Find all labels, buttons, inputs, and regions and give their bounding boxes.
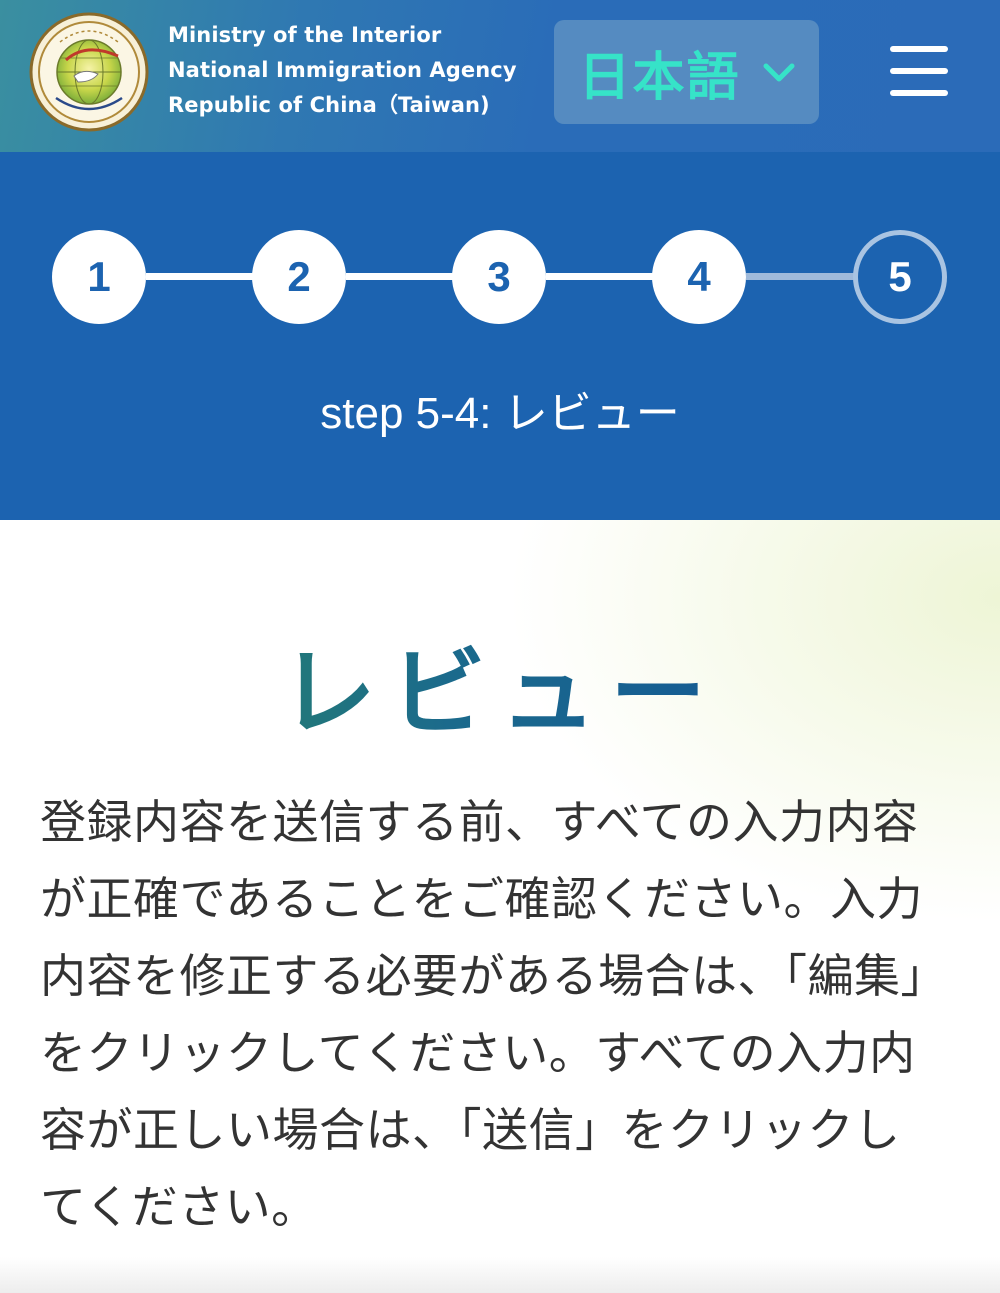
language-select-label: 日本語: [578, 47, 741, 108]
language-select-button[interactable]: 日本語: [554, 20, 819, 124]
hamburger-menu-icon[interactable]: [888, 42, 950, 100]
step-connector-2-3: [346, 273, 458, 280]
agency-line-ministry: Ministry of the Interior: [168, 23, 442, 47]
instruction-line: てください。: [40, 1180, 318, 1234]
menu-bar-bottom: [890, 90, 948, 96]
agency-name: Ministry of the Interior National Immigr…: [168, 18, 517, 123]
review-instructions: 登録内容を送信する前、すべての入力内容 が正確であることをご確認ください。入力 …: [40, 784, 960, 1246]
step-connector-4-5: [746, 273, 858, 280]
page-title: レビュー: [0, 615, 1000, 754]
step-connector-3-4: [546, 273, 658, 280]
review-section: レビュー 登録内容を送信する前、すべての入力内容 が正確であることをご確認くださ…: [0, 520, 1000, 1293]
step-progress: 1 2 3 4 5 step 5-4: レビュー: [0, 152, 1000, 520]
instruction-line: をクリックしてください。すべての入力内: [40, 1026, 916, 1080]
step-4: 4: [652, 230, 746, 324]
chevron-down-icon: [763, 62, 795, 88]
instruction-line: 内容を修正する必要がある場合は、「編集」: [40, 949, 947, 1003]
instruction-line: が正確であることをご確認ください。入力: [40, 872, 924, 926]
agency-logo-icon[interactable]: [26, 12, 152, 132]
step-1: 1: [52, 230, 146, 324]
site-header: Ministry of the Interior National Immigr…: [0, 0, 1000, 152]
step-2: 2: [252, 230, 346, 324]
step-3: 3: [452, 230, 546, 324]
menu-bar-middle: [890, 68, 948, 74]
menu-bar-top: [890, 46, 948, 52]
step-connector-1-2: [146, 273, 258, 280]
agency-line-agency: National Immigration Agency: [168, 58, 517, 82]
step-5-current: 5: [853, 230, 947, 324]
agency-line-country: Republic of China（Taiwan): [168, 93, 490, 117]
instruction-line: 登録内容を送信する前、すべての入力内容: [40, 795, 919, 849]
section-bottom-shadow: [0, 1257, 1000, 1293]
step-caption: step 5-4: レビュー: [320, 389, 680, 438]
instruction-line: 容が正しい場合は、「送信」をクリックし: [40, 1103, 901, 1157]
